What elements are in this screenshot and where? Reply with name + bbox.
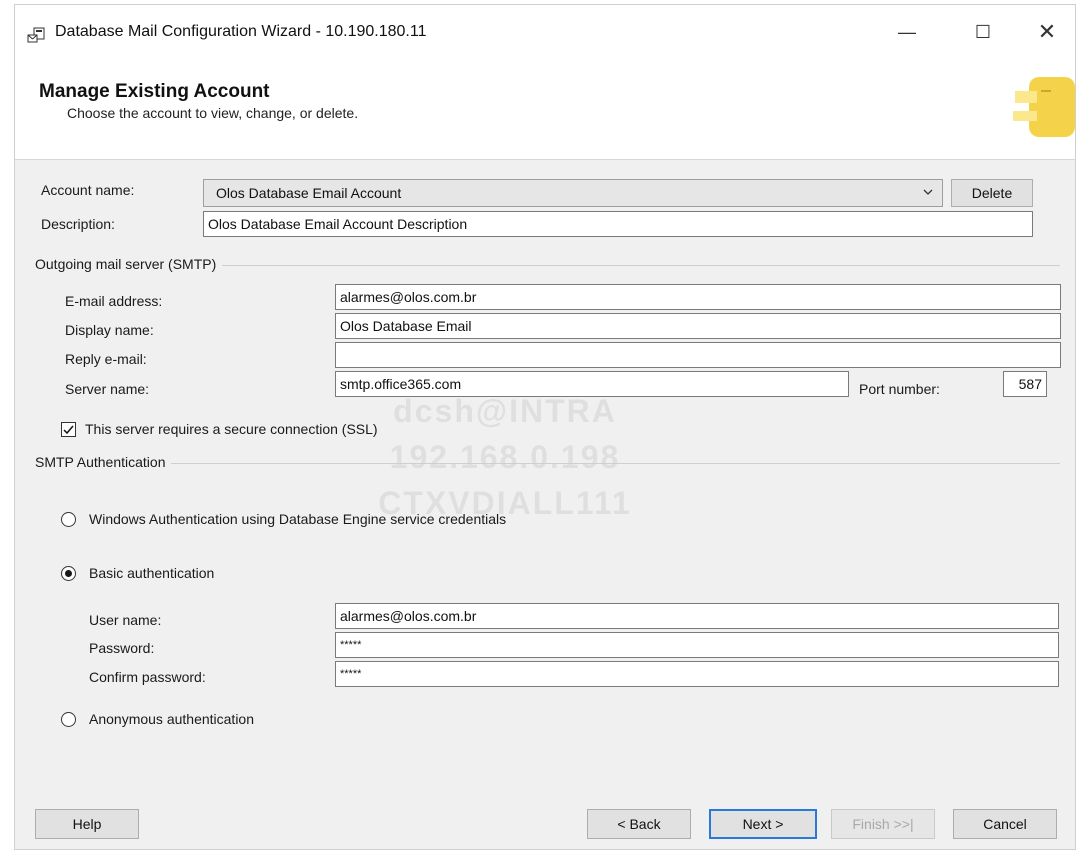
chevron-down-icon [923, 189, 933, 195]
page-title: Manage Existing Account [39, 81, 270, 102]
close-icon: ✕ [1037, 19, 1057, 44]
delete-button-label: Delete [971, 185, 1013, 201]
wizard-window: Database Mail Configuration Wizard - 10.… [14, 4, 1076, 850]
delete-button[interactable]: Delete [951, 179, 1033, 207]
anonymous-auth-label: Anonymous authentication [89, 711, 254, 727]
windows-auth-radio[interactable] [61, 512, 76, 527]
reply-email-field[interactable] [335, 342, 1061, 368]
title-bar: Database Mail Configuration Wizard - 10.… [15, 5, 1075, 55]
email-label: E-mail address: [65, 293, 163, 309]
wizard-banner-icon [1013, 77, 1075, 137]
server-name-label: Server name: [65, 381, 150, 397]
help-button[interactable]: Help [35, 809, 139, 839]
description-label: Description: [41, 216, 115, 232]
auth-group-divider [35, 463, 1060, 464]
finish-button-label: Finish >>| [852, 816, 914, 832]
confirm-password-label: Confirm password: [89, 669, 206, 685]
server-name-field[interactable]: smtp.office365.com [335, 371, 849, 397]
back-button[interactable]: < Back [587, 809, 691, 839]
next-button[interactable]: Next > [709, 809, 817, 839]
cancel-button-label: Cancel [983, 816, 1027, 832]
finish-button[interactable]: Finish >>| [831, 809, 935, 839]
reply-email-label: Reply e-mail: [65, 351, 147, 367]
cancel-button[interactable]: Cancel [953, 809, 1057, 839]
help-button-label: Help [72, 816, 102, 832]
wizard-header: Manage Existing Account Choose the accou… [15, 55, 1075, 160]
page-subtitle: Choose the account to view, change, or d… [67, 105, 359, 121]
minimize-icon: — [898, 21, 916, 42]
email-field[interactable]: alarmes@olos.com.br [335, 284, 1061, 310]
watermark-line-1: dcsh@INTRA [393, 393, 617, 429]
user-name-label: User name: [89, 612, 162, 628]
confirm-password-field[interactable]: ***** [335, 661, 1059, 687]
app-icon [27, 27, 45, 43]
watermark-line-2: 192.168.0.198 [389, 439, 621, 475]
display-name-field[interactable]: Olos Database Email [335, 313, 1061, 339]
account-name-value: Olos Database Email Account [216, 185, 402, 201]
windows-auth-label: Windows Authentication using Database En… [89, 511, 507, 527]
display-name-label: Display name: [65, 322, 154, 338]
user-name-field[interactable]: alarmes@olos.com.br [335, 603, 1059, 629]
next-button-label: Next > [742, 816, 784, 832]
basic-auth-radio[interactable] [61, 566, 76, 581]
basic-auth-label: Basic authentication [89, 565, 215, 581]
maximize-icon: ☐ [974, 21, 992, 42]
auth-group-title: SMTP Authentication [35, 454, 172, 470]
minimize-button[interactable]: — [883, 15, 931, 49]
account-name-dropdown[interactable]: Olos Database Email Account [203, 179, 943, 207]
back-button-label: < Back [617, 816, 661, 832]
description-field[interactable]: Olos Database Email Account Description [203, 211, 1033, 237]
account-name-label: Account name: [41, 182, 135, 198]
maximize-button[interactable]: ☐ [959, 15, 1007, 49]
anonymous-auth-radio[interactable] [61, 712, 76, 727]
checkmark-icon [63, 425, 74, 435]
password-field[interactable]: ***** [335, 632, 1059, 658]
ssl-checkbox[interactable] [61, 422, 76, 437]
port-number-label: Port number: [859, 381, 940, 397]
smtp-group-title: Outgoing mail server (SMTP) [35, 256, 223, 272]
password-label: Password: [89, 640, 155, 656]
window-title: Database Mail Configuration Wizard - 10.… [55, 23, 427, 40]
ssl-label: This server requires a secure connection… [85, 421, 378, 437]
close-button[interactable]: ✕ [1023, 15, 1071, 49]
port-number-field[interactable]: 587 [1003, 371, 1047, 397]
